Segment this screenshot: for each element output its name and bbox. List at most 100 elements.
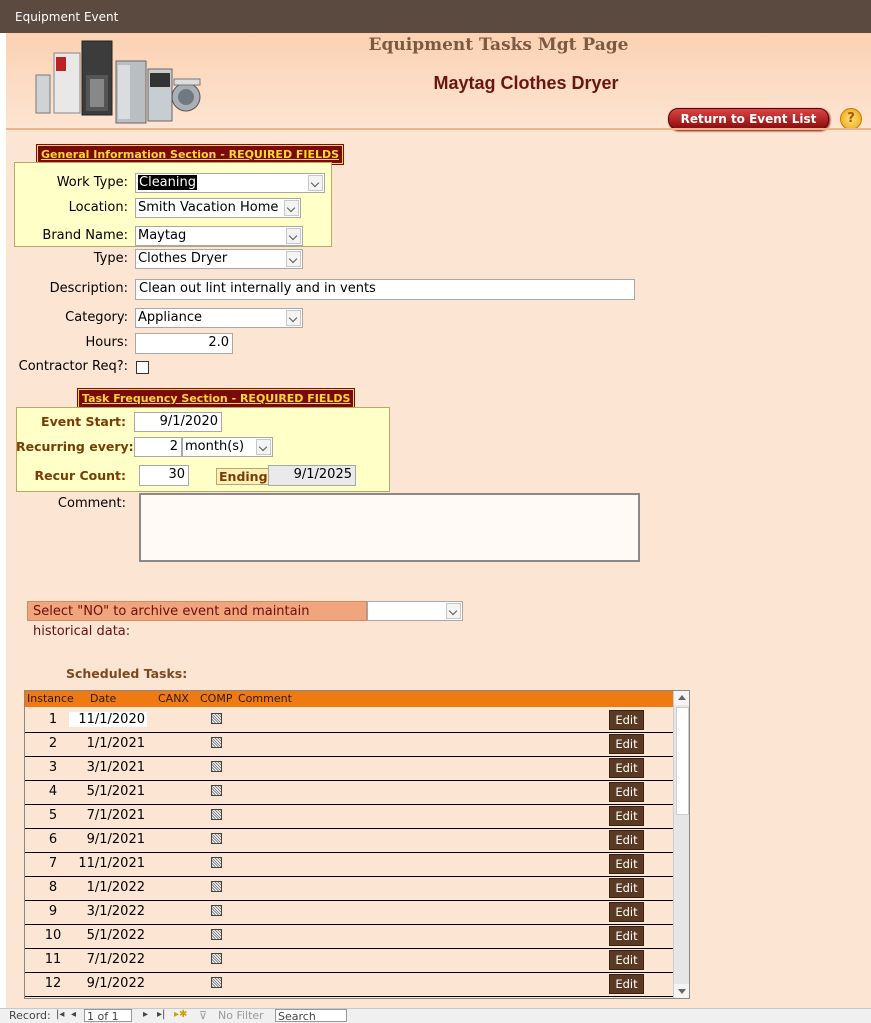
col-comp: COMP: [200, 692, 233, 705]
row-date[interactable]: 9/1/2021: [69, 832, 147, 847]
previous-record-icon[interactable]: ◂: [71, 1009, 76, 1020]
header-divider: [6, 128, 871, 130]
row-edit-button[interactable]: Edit: [609, 878, 644, 898]
scroll-thumb[interactable]: [676, 707, 689, 815]
table-row[interactable]: 2 1/1/2021 Edit: [25, 732, 673, 757]
col-instance: Instance: [27, 692, 74, 705]
row-comp-checkbox[interactable]: [211, 713, 222, 724]
first-record-icon[interactable]: |◂: [56, 1009, 64, 1020]
table-row[interactable]: 8 1/1/2022 Edit: [25, 876, 673, 901]
chevron-down-icon[interactable]: [286, 251, 301, 267]
row-edit-button[interactable]: Edit: [609, 734, 644, 754]
recurring-every-input[interactable]: 2: [134, 437, 182, 457]
row-date[interactable]: 3/1/2021: [69, 760, 147, 775]
comment-textarea[interactable]: [139, 493, 640, 562]
row-comp-checkbox[interactable]: [211, 953, 222, 964]
table-row[interactable]: 10 5/1/2022 Edit: [25, 924, 673, 949]
ending-date-field: 9/1/2025: [268, 465, 356, 486]
row-comp-checkbox[interactable]: [211, 929, 222, 940]
row-edit-button[interactable]: Edit: [609, 974, 644, 994]
archive-combo[interactable]: [367, 601, 463, 621]
row-date[interactable]: 5/1/2021: [69, 784, 147, 799]
record-label: Record:: [9, 1009, 51, 1022]
record-navigation-bar: Record: |◂ ◂ 1 of 1 ▸ ▸| ▸✱ ⊽ No Filter …: [0, 1008, 871, 1023]
brand-name-combo[interactable]: Maytag: [135, 226, 303, 246]
help-icon[interactable]: ?: [840, 108, 862, 130]
event-start-input[interactable]: 9/1/2020: [134, 412, 222, 432]
table-row[interactable]: 7 11/1/2021 Edit: [25, 852, 673, 877]
chevron-down-icon[interactable]: [446, 603, 461, 619]
chevron-down-icon[interactable]: [284, 200, 299, 216]
search-input[interactable]: Search: [275, 1009, 347, 1023]
form-header: Equipment Tasks Mgt Page Maytag Clothes …: [6, 33, 871, 130]
table-row[interactable]: 3 3/1/2021 Edit: [25, 756, 673, 781]
row-edit-button[interactable]: Edit: [609, 758, 644, 778]
row-edit-button[interactable]: Edit: [609, 830, 644, 850]
row-date[interactable]: 11/1/2020: [69, 712, 147, 727]
hours-input[interactable]: 2.0: [135, 333, 233, 354]
table-row[interactable]: 1 11/1/2020 Edit: [25, 708, 673, 733]
scroll-up-icon[interactable]: [674, 691, 689, 705]
row-edit-button[interactable]: Edit: [609, 854, 644, 874]
grid-scrollbar[interactable]: [673, 691, 689, 998]
return-to-event-list-button[interactable]: Return to Event List: [668, 108, 829, 130]
type-value: Clothes Dryer: [138, 251, 228, 266]
table-row[interactable]: 9 3/1/2022 Edit: [25, 900, 673, 925]
category-value: Appliance: [138, 310, 202, 325]
row-edit-button[interactable]: Edit: [609, 926, 644, 946]
recur-count-input[interactable]: 30: [139, 465, 189, 486]
row-comp-checkbox[interactable]: [211, 881, 222, 892]
recurring-unit-value: month(s): [185, 439, 245, 454]
row-edit-button[interactable]: Edit: [609, 782, 644, 802]
row-date[interactable]: 5/1/2022: [69, 928, 147, 943]
no-filter-label[interactable]: No Filter: [218, 1009, 264, 1022]
new-record-icon[interactable]: ▸✱: [174, 1009, 187, 1020]
row-date[interactable]: 9/1/2022: [69, 976, 147, 991]
row-comp-checkbox[interactable]: [211, 761, 222, 772]
row-date[interactable]: 1/1/2022: [69, 880, 147, 895]
row-edit-button[interactable]: Edit: [609, 806, 644, 826]
last-record-icon[interactable]: ▸|: [157, 1009, 165, 1020]
contractor-required-checkbox[interactable]: [136, 361, 149, 374]
table-row[interactable]: 6 9/1/2021 Edit: [25, 828, 673, 853]
chevron-down-icon[interactable]: [256, 439, 271, 455]
description-input[interactable]: Clean out lint internally and in vents: [135, 279, 635, 300]
row-comp-checkbox[interactable]: [211, 857, 222, 868]
row-edit-button[interactable]: Edit: [609, 902, 644, 922]
table-row[interactable]: 5 7/1/2021 Edit: [25, 804, 673, 829]
description-label: Description:: [49, 281, 128, 296]
row-comp-checkbox[interactable]: [211, 737, 222, 748]
location-combo[interactable]: Smith Vacation Home: [135, 198, 301, 218]
row-date[interactable]: 7/1/2022: [69, 952, 147, 967]
table-row[interactable]: 12 9/1/2022 Edit: [25, 972, 673, 997]
row-date[interactable]: 7/1/2021: [69, 808, 147, 823]
row-comp-checkbox[interactable]: [211, 833, 222, 844]
row-edit-button[interactable]: Edit: [609, 710, 644, 730]
row-comp-checkbox[interactable]: [211, 809, 222, 820]
chevron-down-icon[interactable]: [286, 228, 301, 244]
recur-count-label: Recur Count:: [34, 468, 126, 483]
chevron-down-icon[interactable]: [286, 310, 301, 326]
record-position-input[interactable]: 1 of 1: [84, 1009, 132, 1023]
comment-label: Comment:: [57, 496, 126, 511]
row-date[interactable]: 1/1/2021: [69, 736, 147, 751]
row-date[interactable]: 11/1/2021: [69, 856, 147, 871]
row-comp-checkbox[interactable]: [211, 785, 222, 796]
work-type-label: Work Type:: [56, 175, 128, 190]
recurring-unit-combo[interactable]: month(s): [182, 437, 273, 457]
location-value: Smith Vacation Home: [138, 200, 279, 215]
scroll-down-icon[interactable]: [674, 984, 689, 998]
row-comp-checkbox[interactable]: [211, 977, 222, 988]
category-label: Category:: [65, 310, 128, 325]
category-combo[interactable]: Appliance: [135, 308, 303, 328]
next-record-icon[interactable]: ▸: [143, 1009, 148, 1020]
chevron-down-icon[interactable]: [308, 175, 323, 191]
row-comp-checkbox[interactable]: [211, 905, 222, 916]
row-edit-button[interactable]: Edit: [609, 950, 644, 970]
col-date: Date: [90, 692, 117, 705]
type-combo[interactable]: Clothes Dryer: [135, 249, 303, 269]
table-row[interactable]: 11 7/1/2022 Edit: [25, 948, 673, 973]
table-row[interactable]: 4 5/1/2021 Edit: [25, 780, 673, 805]
work-type-combo[interactable]: Cleaning: [135, 173, 325, 193]
row-date[interactable]: 3/1/2022: [69, 904, 147, 919]
